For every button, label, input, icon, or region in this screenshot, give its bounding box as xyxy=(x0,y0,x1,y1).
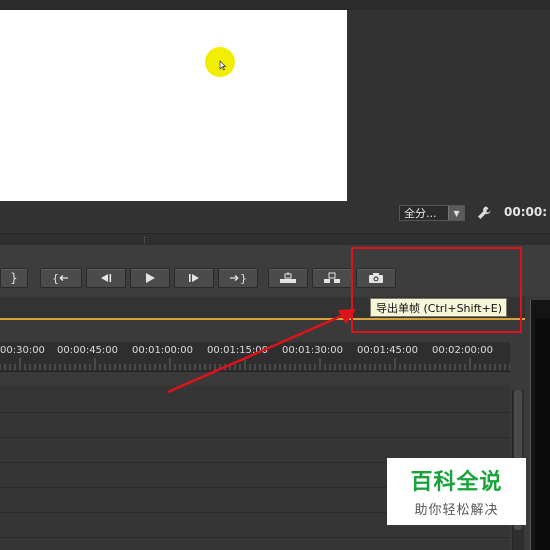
mark-out-button[interactable]: } xyxy=(0,268,28,288)
ruler-label: 00:30:00 xyxy=(0,345,45,356)
dropdown-arrow-icon: ▼ xyxy=(448,206,464,220)
step-forward-button[interactable] xyxy=(174,268,214,288)
step-forward-icon xyxy=(189,274,199,282)
lift-button[interactable] xyxy=(268,268,308,288)
step-back-icon xyxy=(101,274,112,282)
splitter-grip-icon[interactable]: ⋮ xyxy=(141,237,148,244)
play-icon xyxy=(146,273,155,283)
panel-splitter[interactable] xyxy=(0,233,550,245)
zoom-level-value: 全分... xyxy=(404,207,437,220)
lift-icon xyxy=(280,272,296,283)
audio-meter xyxy=(535,318,550,550)
export-frame-tooltip: 导出单帧 (Ctrl+Shift+E) xyxy=(370,298,507,317)
video-preview[interactable] xyxy=(0,10,347,201)
red-arrow-icon xyxy=(167,309,356,394)
mouse-pointer-icon xyxy=(219,60,227,71)
monitor-top-bar xyxy=(0,0,550,10)
go-to-in-button[interactable]: { xyxy=(40,268,82,288)
ruler-label: 00:00:45:00 xyxy=(57,345,119,356)
go-to-out-button[interactable]: } xyxy=(218,268,258,288)
watermark-subtitle: 助你轻松解决 xyxy=(414,503,499,518)
extract-icon xyxy=(324,272,340,283)
track-divider xyxy=(0,437,510,438)
go-to-out-icon: } xyxy=(230,272,247,284)
svg-text:}: } xyxy=(240,272,247,284)
mark-out-icon: } xyxy=(10,271,18,285)
svg-text:{: { xyxy=(52,272,59,284)
go-to-in-icon: { xyxy=(52,272,68,284)
play-button[interactable] xyxy=(130,268,170,288)
track-divider xyxy=(0,412,510,413)
step-back-button[interactable] xyxy=(86,268,126,288)
watermark-title: 百科全说 xyxy=(410,470,503,495)
ruler-label: 00:02:00:00 xyxy=(432,345,494,356)
premiere-window: 全分... ▼ 00:00: ⋮ } { } 00:30:00 00:00:45… xyxy=(0,0,550,550)
wrench-icon[interactable] xyxy=(476,205,492,221)
extract-button[interactable] xyxy=(312,268,352,288)
playhead-timecode[interactable]: 00:00: xyxy=(504,205,550,221)
track-divider xyxy=(0,537,510,538)
zoom-level-select[interactable]: 全分... ▼ xyxy=(399,205,465,221)
